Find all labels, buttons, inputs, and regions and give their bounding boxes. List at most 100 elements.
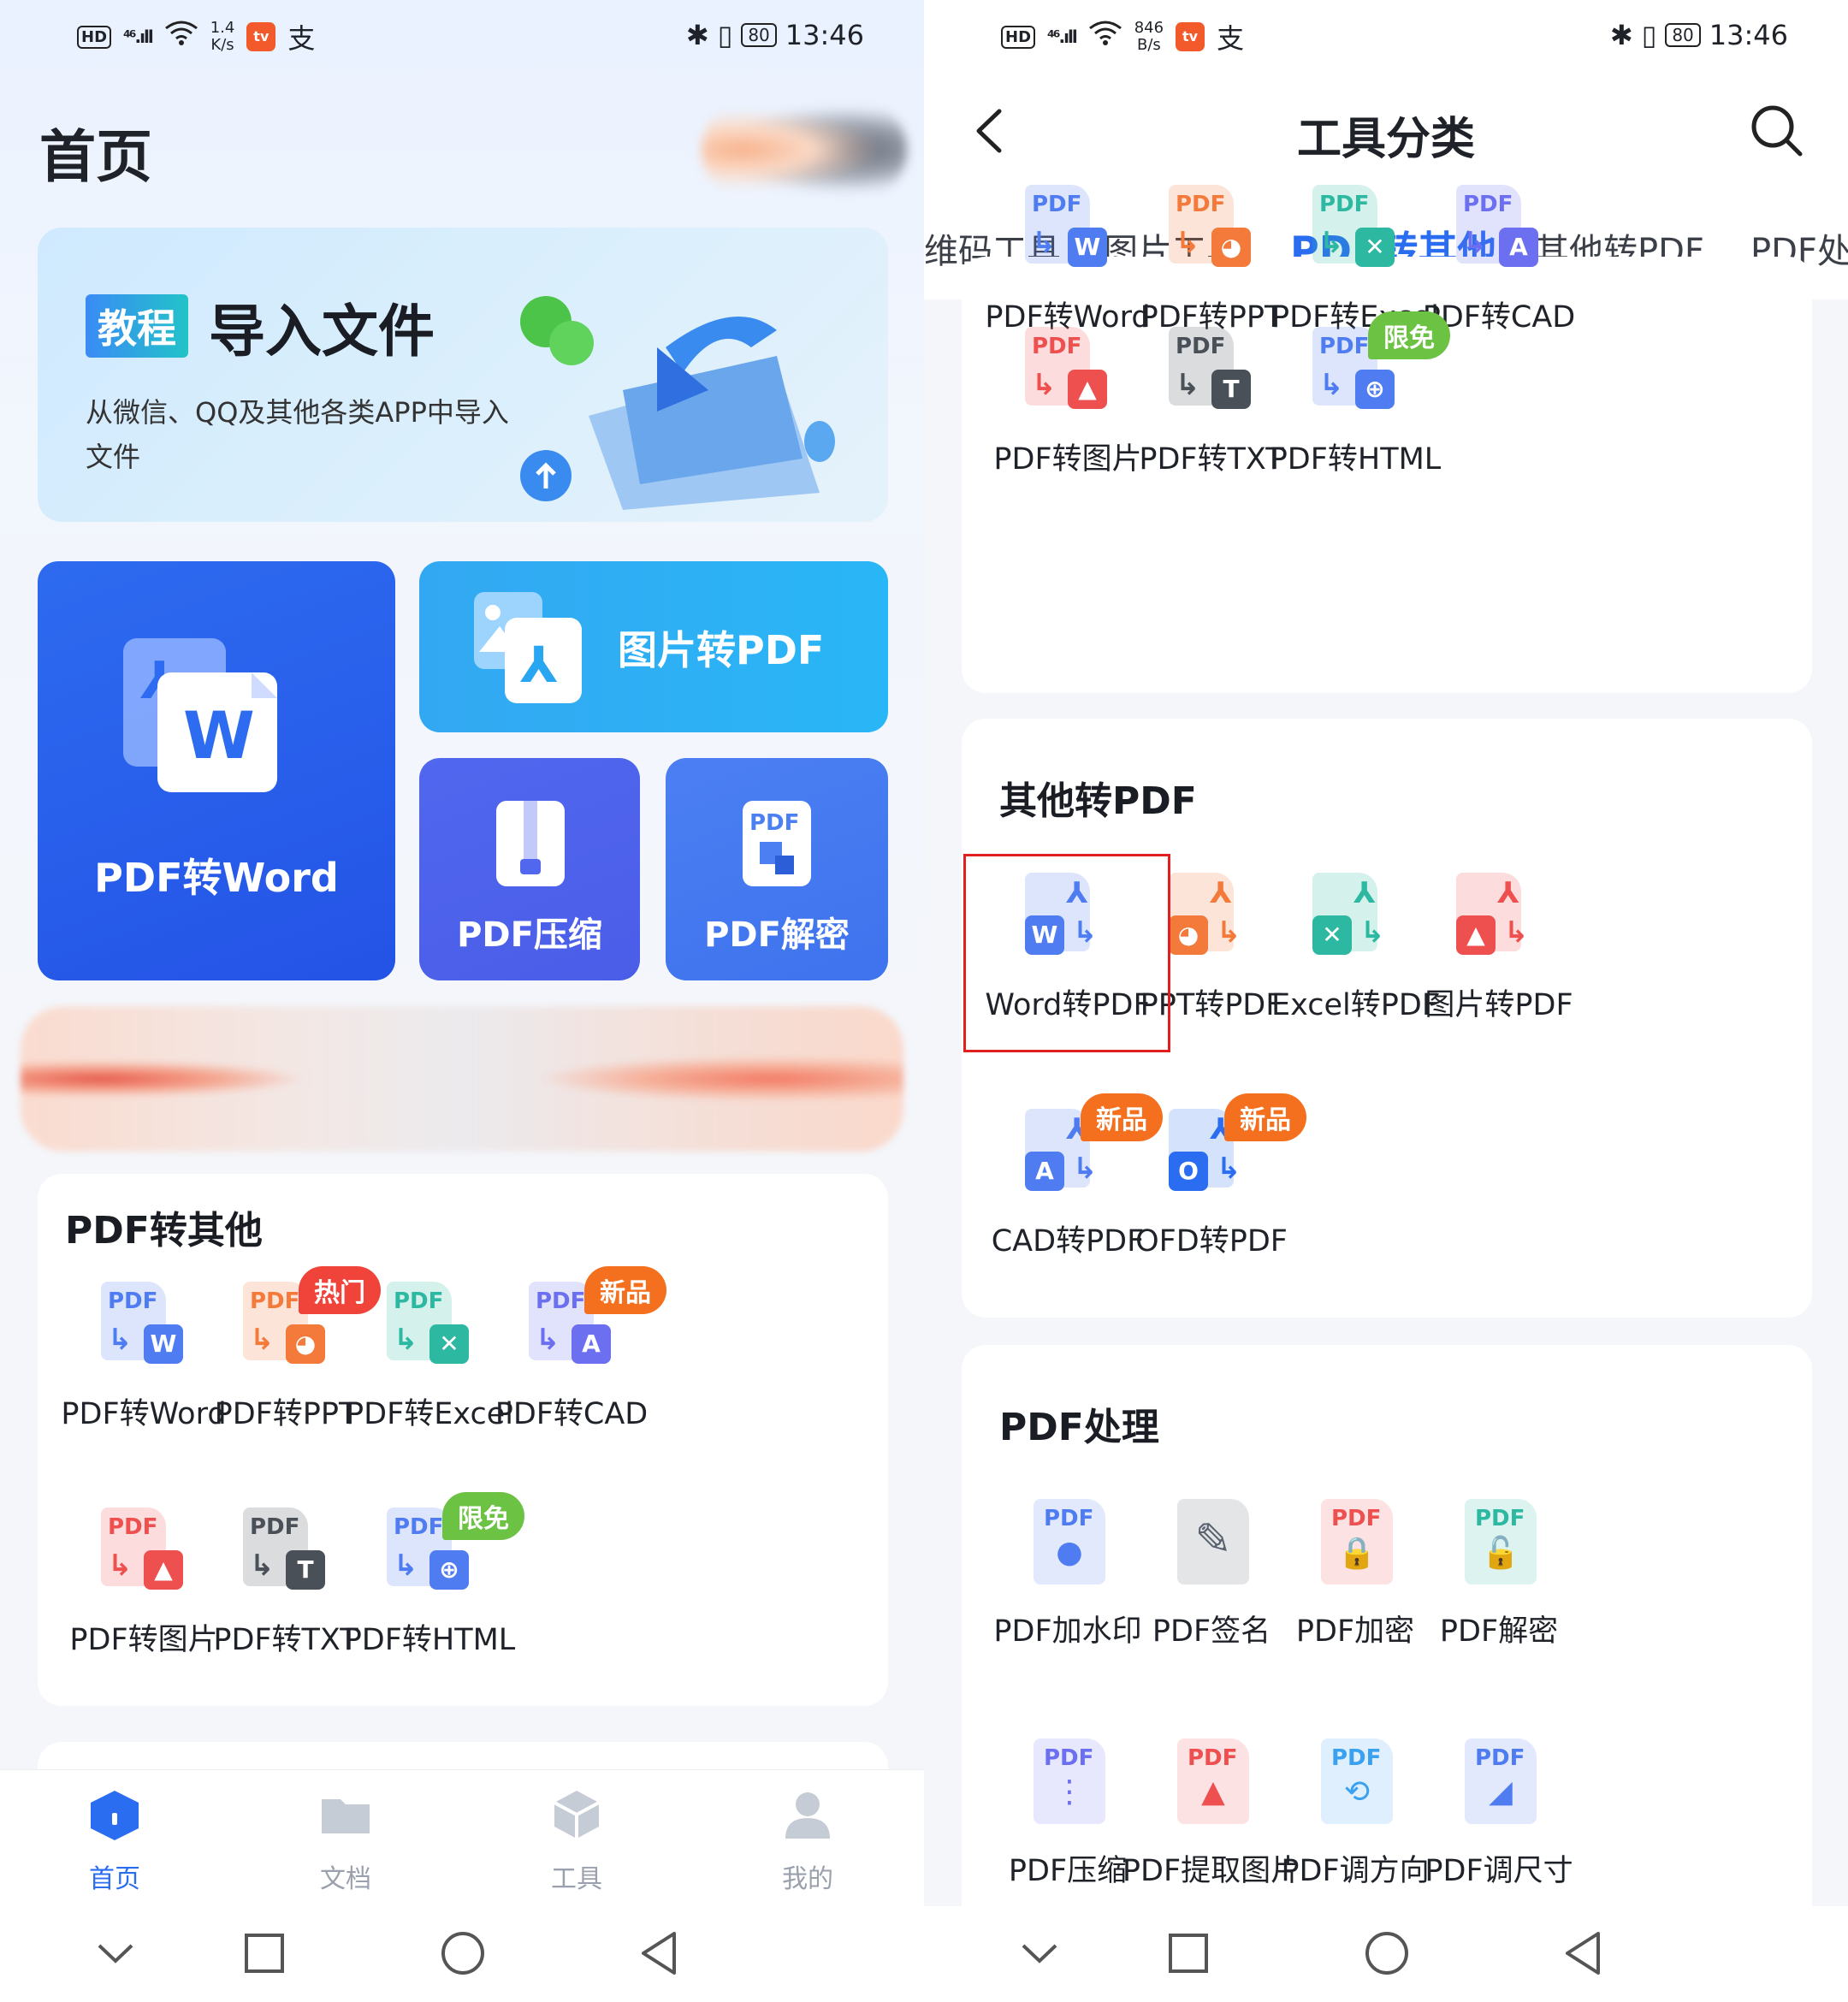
tool-label: 图片转PDF bbox=[1424, 988, 1573, 1022]
tool-icon: ⅄ ↳ ▲ bbox=[1456, 873, 1542, 958]
search-icon[interactable] bbox=[1747, 101, 1807, 161]
tool-label: OFD转PDF bbox=[1135, 1224, 1288, 1259]
tool-icon: PDF ↳ ▲ bbox=[101, 1507, 187, 1593]
tool-item[interactable]: PDF ↳ ⊕ 限免 PDF转HTML bbox=[323, 1492, 536, 1679]
convert-arrow-icon: ↳ bbox=[250, 1549, 275, 1583]
pdf-label: PDF bbox=[250, 1514, 300, 1540]
import-illustration-icon bbox=[520, 296, 835, 510]
pdf-to-word-tile[interactable]: ⅄ W PDF转Word bbox=[38, 561, 395, 980]
pdf-decrypt-tile[interactable]: PDF PDF解密 bbox=[666, 758, 888, 980]
tool-label: PDF转HTML bbox=[1269, 442, 1442, 477]
format-icon: ⊕ bbox=[429, 1550, 469, 1590]
status-right: ✱ ▯ 80 13:46 bbox=[686, 19, 864, 51]
image-to-pdf-tile[interactable]: ⅄ 图片转PDF bbox=[419, 561, 888, 732]
other-to-pdf-card: 其他转PDF ⅄ ↳ W Word转PDF ⅄ ↳ ◕ PPT转PDF ⅄ ↳ ✕ Excel转PDF… bbox=[962, 719, 1812, 1318]
convert-arrow-icon: ↳ bbox=[1504, 915, 1529, 950]
back-triangle-icon[interactable] bbox=[630, 1923, 690, 1983]
alipay-icon: 支 bbox=[1217, 22, 1245, 55]
nav-home[interactable]: 首页 bbox=[38, 1787, 192, 1895]
network-speed: 1.4 K/s bbox=[210, 19, 235, 54]
collapse-icon[interactable] bbox=[1010, 1923, 1069, 1983]
pdf-label: PDF bbox=[1032, 192, 1082, 217]
avatar[interactable] bbox=[702, 103, 907, 197]
format-icon: ▲ bbox=[144, 1550, 183, 1590]
nav-profile[interactable]: 我的 bbox=[731, 1787, 885, 1895]
home-circle-icon[interactable] bbox=[433, 1923, 493, 1983]
vibrate-icon: ▯ bbox=[1641, 19, 1657, 51]
status-left: HD ⁴⁶.ıll 846 B/s tv 支 bbox=[1001, 17, 1244, 56]
pdf-logo-icon: ⅄ bbox=[1497, 876, 1519, 910]
wifi-icon bbox=[1088, 20, 1122, 54]
format-icon: ⊕ bbox=[1355, 370, 1395, 409]
nav-tools[interactable]: 工具 bbox=[500, 1787, 654, 1895]
badge: 新品 bbox=[584, 1266, 666, 1314]
resize-icon: PDF ◢ bbox=[1465, 1738, 1550, 1824]
page-title: 工具分类 bbox=[1296, 114, 1475, 165]
tool-label: PDF调尺寸 bbox=[1424, 1854, 1573, 1888]
convert-arrow-icon: ↳ bbox=[536, 1323, 560, 1357]
tv-app-icon: tv bbox=[1176, 22, 1205, 51]
pdf-process-card: PDF处理 PDF ● PDF加水印 ✎ PDF签名 PDF 🔒 PDF加密 PDF 🔓 PDF解密… bbox=[962, 1345, 1812, 2002]
recents-icon[interactable] bbox=[234, 1923, 294, 1983]
cube-icon bbox=[554, 1791, 600, 1839]
format-icon: A bbox=[1025, 1152, 1064, 1191]
home-circle-icon[interactable] bbox=[1357, 1923, 1417, 1983]
tool-item[interactable]: PDF ◢ PDF调尺寸 bbox=[1392, 1738, 1606, 1910]
tool-category-screen: HD ⁴⁶.ıll 846 B/s tv 支 ✱ ▯ 80 13:46 工具分类 … bbox=[924, 0, 1848, 2002]
tool-item[interactable]: ⅄ ↳ ▲ 图片转PDF bbox=[1392, 873, 1606, 1044]
tool-icon: PDF ↳ ✕ bbox=[1312, 185, 1398, 270]
pdf-label: PDF bbox=[250, 1288, 300, 1314]
import-file-banner[interactable]: 教程 导入文件 从微信、QQ及其他各类APP中导入文件 bbox=[38, 228, 888, 522]
status-left: HD ⁴⁶.ıll 1.4 K/s tv 支 bbox=[77, 17, 315, 56]
home-icon bbox=[91, 1791, 139, 1840]
badge: 限免 bbox=[442, 1492, 524, 1540]
tutorial-tag: 教程 bbox=[86, 294, 188, 358]
tool-item[interactable]: ⅄ ↳ O 新品 OFD转PDF bbox=[1105, 1093, 1318, 1280]
cellular-signal-icon: ⁴⁶.ıll bbox=[123, 27, 154, 47]
bluetooth-icon: ✱ bbox=[685, 19, 709, 51]
recents-icon[interactable] bbox=[1158, 1923, 1218, 1983]
glyph: 🔓 bbox=[1481, 1536, 1520, 1571]
tool-item[interactable]: PDF ↳ ⊕ 限免 PDF转HTML bbox=[1248, 311, 1462, 498]
network-speed: 846 B/s bbox=[1134, 19, 1164, 54]
pdf-to-other-card: PDF ↳ W PDF转Word PDF ↳ ◕ PDF转PPT PDF ↳ ✕ PDF转Excel P… bbox=[962, 185, 1812, 693]
system-nav bbox=[924, 1906, 1848, 2002]
pdf-label: PDF bbox=[1319, 192, 1370, 217]
tool-label: PDF转CAD bbox=[495, 1397, 649, 1431]
pdf-label: PDF bbox=[1176, 192, 1226, 217]
pdf-compress-tile[interactable]: PDF压缩 bbox=[419, 758, 640, 980]
badge: 新品 bbox=[1224, 1093, 1306, 1141]
tile-label: PDF转Word bbox=[94, 855, 339, 901]
doc-shape: PDF ◢ bbox=[1465, 1738, 1537, 1824]
nav-documents[interactable]: 文档 bbox=[269, 1787, 423, 1895]
tool-icon: PDF ↳ A bbox=[1456, 185, 1542, 270]
pdf-logo-icon: ⅄ bbox=[1353, 876, 1376, 910]
convert-arrow-icon: ↳ bbox=[394, 1549, 418, 1583]
pdf-word-icon: ⅄ W bbox=[123, 638, 277, 792]
tool-item[interactable]: PDF ↳ A 新品 PDF转CAD bbox=[465, 1266, 678, 1453]
format-icon: ◕ bbox=[1169, 915, 1208, 955]
pdf-label: PDF bbox=[1044, 1506, 1094, 1531]
tool-item[interactable]: PDF 🔓 PDF解密 bbox=[1392, 1499, 1606, 1670]
pdf-label: PDF bbox=[1044, 1745, 1094, 1771]
doc-shape: PDF 🔓 bbox=[1465, 1499, 1537, 1584]
glyph: 🔒 bbox=[1337, 1536, 1377, 1571]
tv-app-icon: tv bbox=[246, 22, 276, 51]
tile-label: PDF解密 bbox=[704, 915, 850, 955]
tool-icon: PDF ↳ W bbox=[101, 1282, 187, 1367]
pdf-label: PDF bbox=[1475, 1745, 1525, 1771]
svg-text:⅄: ⅄ bbox=[520, 636, 558, 694]
glyph: ⋮ bbox=[1054, 1774, 1085, 1810]
ad-banner[interactable] bbox=[21, 1006, 903, 1152]
back-triangle-icon[interactable] bbox=[1554, 1923, 1614, 1983]
tool-icon: PDF ↳ W bbox=[1025, 185, 1111, 270]
tool-icon: PDF ↳ T bbox=[243, 1507, 329, 1593]
collapse-icon[interactable] bbox=[86, 1923, 145, 1983]
tile-label: PDF压缩 bbox=[457, 915, 602, 955]
pdf-to-other-card: PDF转其他 PDF ↳ W PDF转Word PDF ↳ ◕ 热门 PDF转PPT PDF ↳ ✕ P… bbox=[38, 1174, 888, 1706]
section-title: PDF转其他 bbox=[65, 1209, 263, 1253]
pdf-label: PDF bbox=[1331, 1506, 1382, 1531]
format-icon: ◕ bbox=[1211, 228, 1251, 267]
highlight-box bbox=[963, 854, 1170, 1052]
pdf-label: PDF bbox=[394, 1514, 444, 1540]
